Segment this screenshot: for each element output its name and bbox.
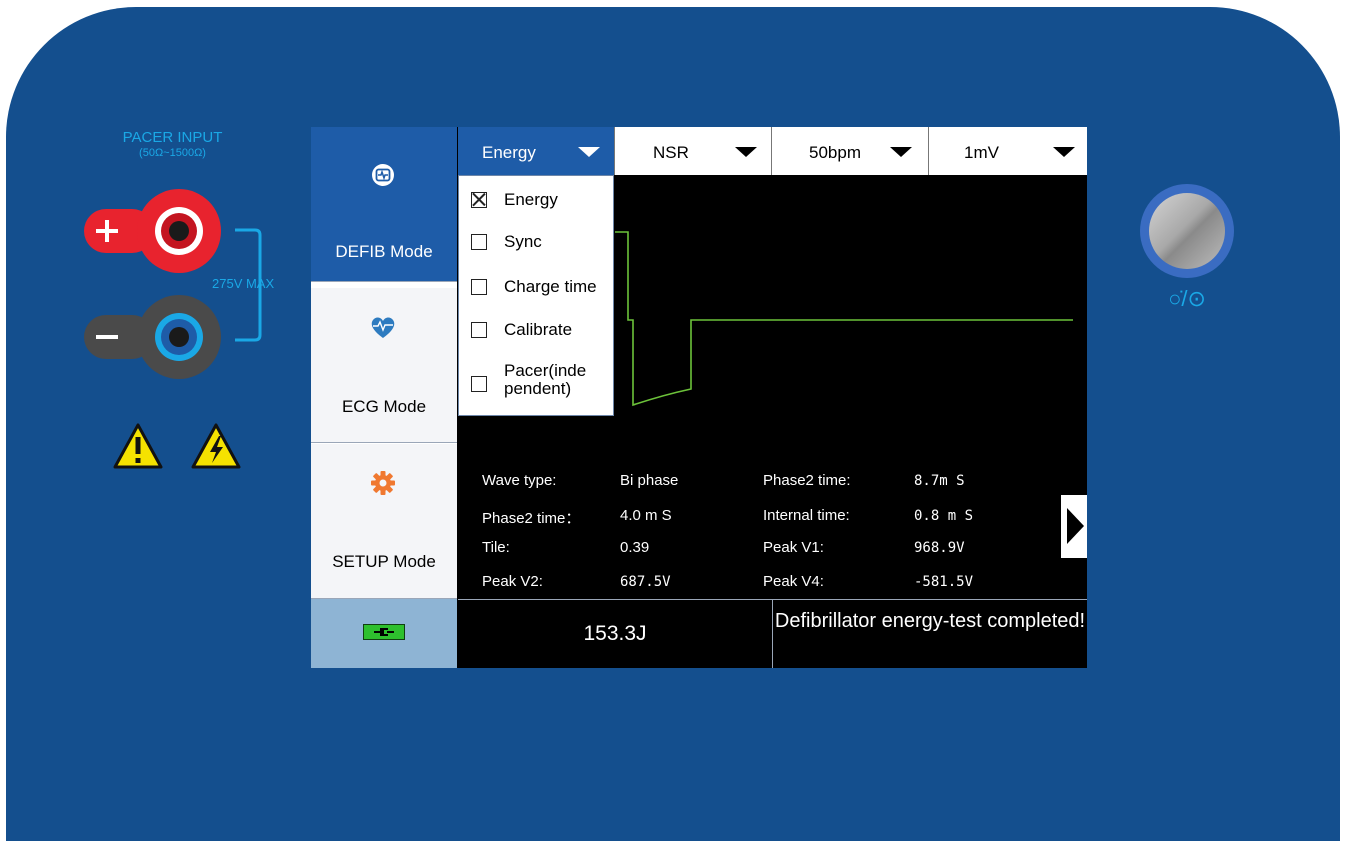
checkbox[interactable] <box>471 192 487 208</box>
peak-v4-label: Peak V4: <box>763 573 824 590</box>
checkbox[interactable] <box>471 234 487 250</box>
chevron-down-icon <box>578 147 600 157</box>
phase2-time-label: Phase2 time： <box>482 510 581 527</box>
pacer-input-range: (50Ω~1500Ω) <box>139 147 206 159</box>
heart-pulse-icon <box>371 317 395 338</box>
battery-plug-icon <box>363 624 405 640</box>
pacer-input-title: PACER INPUT <box>122 129 223 146</box>
wave-type-label: Wave type: <box>482 472 557 489</box>
rate-dropdown[interactable]: 50bpm <box>772 127 929 175</box>
next-page-button[interactable] <box>1061 495 1087 558</box>
defib-monitor-icon <box>372 164 394 186</box>
peak-v2-label: Peak V2: <box>482 573 543 590</box>
device-screen: DEFIB Mode ECG Mode SETUP Mode Energy NS… <box>311 127 1087 668</box>
sidebar-item-defib[interactable]: DEFIB Mode <box>311 127 457 282</box>
internal-time-label: Internal time: <box>763 507 850 524</box>
sidebar-item-ecg[interactable]: ECG Mode <box>311 288 457 443</box>
rate-dropdown-value: 50bpm <box>809 143 861 162</box>
menu-item-label: Charge time <box>504 277 597 296</box>
internal-time-value: 0.8 m S <box>914 508 974 524</box>
wave-type-value: Bi phase <box>620 472 679 489</box>
phase2-time-label: Phase2 time: <box>763 472 851 489</box>
sidebar: DEFIB Mode ECG Mode SETUP Mode <box>311 127 457 668</box>
checkbox[interactable] <box>471 279 487 295</box>
warning-exclamation-icon <box>113 423 163 469</box>
phase2-time-value: 4.0 m S <box>620 507 672 524</box>
amplitude-dropdown[interactable]: 1mV <box>929 127 1087 175</box>
menu-item-label: Calibrate <box>504 320 573 339</box>
mode-dropdown[interactable]: Energy <box>458 127 615 175</box>
sidebar-item-label: DEFIB Mode <box>335 242 433 261</box>
peak-v1-value: 968.9V <box>914 540 965 556</box>
negative-terminal[interactable] <box>84 295 221 379</box>
sidebar-item-label: SETUP Mode <box>332 552 436 571</box>
menu-item-label: Energy <box>504 190 558 209</box>
chevron-down-icon <box>1053 147 1075 157</box>
energy-readout: 153.3J <box>583 622 647 645</box>
peak-v1-label: Peak V1: <box>763 539 824 556</box>
mode-dropdown-value: Energy <box>482 143 536 162</box>
chevron-down-icon <box>890 147 912 157</box>
voltage-max-label: 275V MAX <box>212 276 275 291</box>
battery-status <box>311 599 457 668</box>
waveform-trace <box>615 231 1073 407</box>
menu-item-label: Sync <box>504 232 542 251</box>
gear-icon <box>371 471 395 495</box>
peak-v2-value: 687.5V <box>620 574 671 590</box>
phase2-time-value: 8.7m S <box>914 473 965 489</box>
status-message: Defibrillator energy-test completed! <box>772 600 1087 668</box>
menu-item-label: Pacer(inde pendent) <box>504 361 587 398</box>
tile-label: Tile: <box>482 539 510 556</box>
sidebar-item-setup[interactable]: SETUP Mode <box>311 444 457 599</box>
dropdown-row: Energy NSR 50bpm 1mV <box>458 127 1087 177</box>
knob-face <box>1149 193 1225 269</box>
mode-dropdown-menu: Energy Sync Charge time Calibrate Pacer(… <box>458 175 614 416</box>
positive-terminal[interactable] <box>84 189 221 273</box>
wire-bottom <box>235 285 262 342</box>
rhythm-dropdown[interactable]: NSR <box>615 127 772 175</box>
amplitude-dropdown-value: 1mV <box>964 143 999 162</box>
checkbox[interactable] <box>471 322 487 338</box>
peak-v4-value: -581.5V <box>914 574 974 590</box>
tile-value: 0.39 <box>620 539 650 556</box>
rhythm-dropdown-value: NSR <box>653 143 689 162</box>
power-knob[interactable] <box>1140 184 1234 278</box>
chevron-down-icon <box>735 147 757 157</box>
sidebar-item-label: ECG Mode <box>341 397 427 416</box>
checkbox[interactable] <box>471 376 487 392</box>
high-voltage-icon <box>191 423 241 469</box>
power-symbol-label: ○̇/⊙ <box>1168 286 1206 311</box>
